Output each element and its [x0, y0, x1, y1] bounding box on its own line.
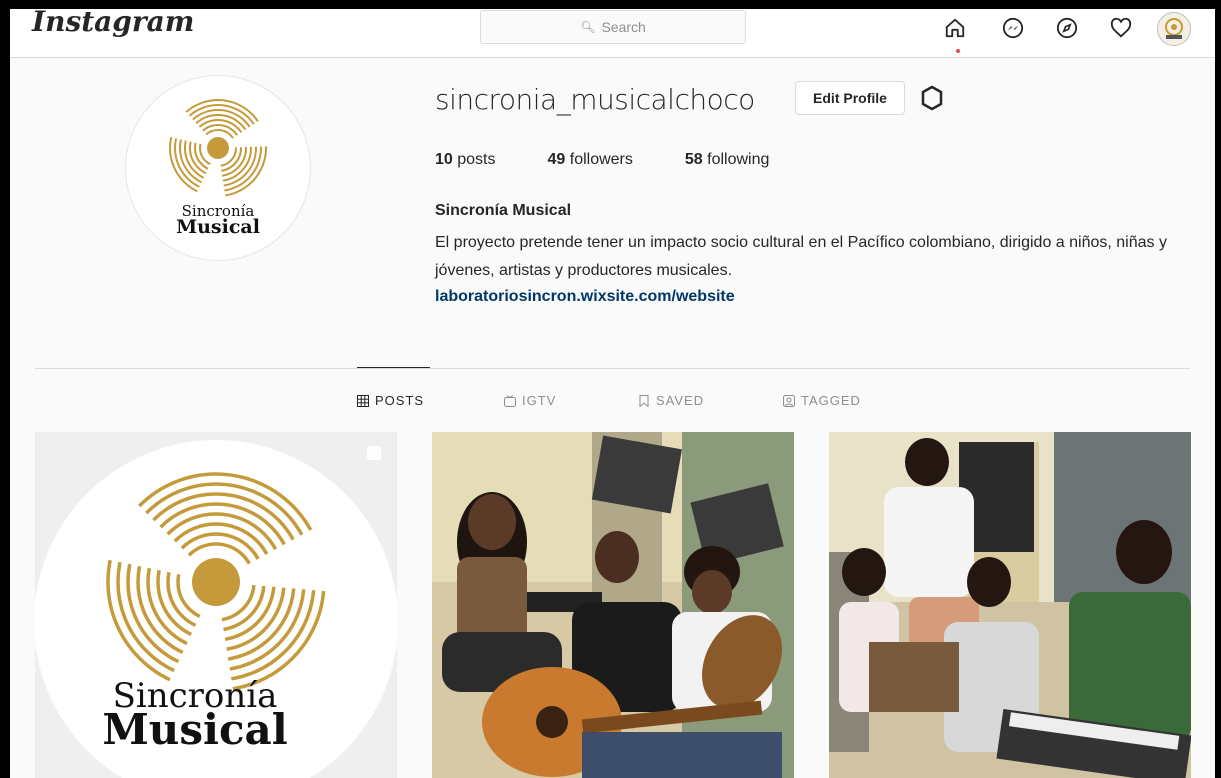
grid-icon — [357, 394, 369, 407]
post-logo-text-2: Musical — [102, 705, 287, 754]
profile-picture[interactable]: Sincronía Musical — [125, 75, 311, 261]
tab-saved[interactable]: SAVED — [638, 393, 704, 408]
following-stat[interactable]: 58 following — [685, 151, 770, 169]
search-input[interactable]: 🔍︎ Search — [480, 10, 746, 44]
igtv-icon — [504, 394, 516, 407]
bookmark-icon — [638, 394, 650, 407]
tab-igtv[interactable]: IGTV — [504, 393, 556, 408]
profile-avatar[interactable] — [1157, 12, 1191, 46]
tabs-divider — [35, 368, 1190, 369]
active-tab-indicator — [357, 367, 430, 368]
edit-profile-button[interactable]: Edit Profile — [795, 81, 905, 115]
home-icon[interactable] — [942, 15, 968, 41]
multi-photo-icon — [367, 446, 381, 460]
tab-tagged[interactable]: TAGGED — [783, 393, 861, 408]
explore-icon[interactable] — [1054, 15, 1080, 41]
profile-bio: El proyecto pretende tener un impacto so… — [435, 234, 1167, 279]
profile-website-link[interactable]: laboratoriosincron.wixsite.com/website — [435, 288, 735, 306]
post-photo-kids-studio[interactable] — [829, 432, 1191, 778]
settings-gear-icon[interactable] — [919, 85, 945, 111]
posts-stat: 10 posts — [435, 151, 496, 168]
profile-logo-text-2: Musical — [176, 216, 260, 238]
profile-full-name: Sincronía Musical — [435, 202, 572, 219]
instagram-logo[interactable]: Instagram — [32, 9, 194, 38]
instagram-window: Instagram 🔍︎ Search Sincronía Musical si… — [10, 9, 1215, 778]
profile-username: sincronia_musicalchoco — [435, 83, 755, 116]
post-logo[interactable]: Sincronía Musical — [35, 432, 397, 778]
search-icon: 🔍︎ — [580, 20, 596, 34]
tag-user-icon — [783, 394, 795, 407]
tab-posts[interactable]: POSTS — [357, 393, 424, 408]
post-photo-trio-guitars[interactable] — [432, 432, 794, 778]
heart-icon[interactable] — [1108, 15, 1134, 41]
top-navigation-bar: Instagram 🔍︎ Search — [10, 9, 1215, 58]
followers-stat[interactable]: 49 followers — [548, 151, 633, 169]
acoustic-panel-1 — [591, 435, 682, 514]
profile-stats: 10 posts 49 followers 58 following — [435, 151, 821, 169]
notification-dot — [956, 49, 960, 53]
search-placeholder: Search — [601, 19, 646, 35]
messenger-icon[interactable] — [1000, 15, 1026, 41]
